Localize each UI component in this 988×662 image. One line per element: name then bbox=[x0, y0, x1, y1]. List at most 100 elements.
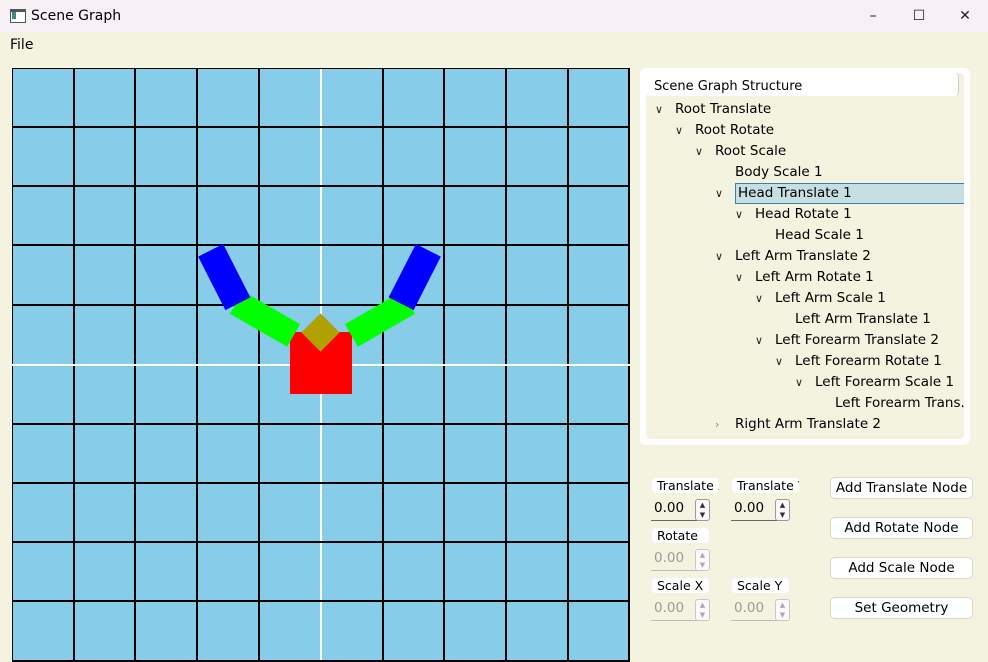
tree-item-label: Left Arm Rotate 1 bbox=[755, 269, 874, 285]
tree-header[interactable]: Scene Graph Structure bbox=[646, 73, 959, 96]
chevron-down-icon[interactable]: ∨ bbox=[715, 183, 735, 204]
spin-up-icon[interactable]: ▲ bbox=[696, 550, 709, 560]
chevron-down-icon[interactable]: ∨ bbox=[735, 267, 755, 288]
translate-x-spinbox[interactable]: 0.00 ▲ ▼ bbox=[651, 499, 711, 521]
scale-x-value: 0.00 bbox=[654, 600, 685, 616]
chevron-down-icon[interactable]: ∨ bbox=[675, 120, 695, 141]
tree-item[interactable]: ∨ Root Translate bbox=[655, 99, 771, 120]
chevron-down-icon[interactable]: ∨ bbox=[755, 330, 775, 351]
chevron-down-icon[interactable]: ∨ bbox=[695, 141, 715, 162]
rotate-arrows[interactable]: ▲ ▼ bbox=[695, 549, 710, 571]
menu-bar: File bbox=[0, 32, 988, 60]
app-icon bbox=[10, 9, 26, 23]
scale-y-arrows[interactable]: ▲ ▼ bbox=[775, 599, 790, 621]
tree-item[interactable]: ∨ Root Rotate bbox=[675, 120, 774, 141]
tree-item[interactable]: ∨ Left Arm Translate 2 bbox=[715, 246, 871, 267]
shapes bbox=[198, 243, 441, 394]
tree-item-label: Left Forearm Trans... bbox=[835, 395, 964, 411]
scale-y-label: Scale Y bbox=[732, 578, 789, 593]
set-geometry-button[interactable]: Set Geometry bbox=[830, 597, 973, 619]
close-button[interactable]: ✕ bbox=[942, 0, 988, 32]
title-bar: Scene Graph – ☐ ✕ bbox=[0, 0, 988, 32]
tree-item-label: Body Scale 1 bbox=[735, 164, 823, 180]
translate-y-label: Translate Y bbox=[732, 478, 799, 493]
tree-item[interactable]: ∨ Left Arm Rotate 1 bbox=[735, 267, 874, 288]
tree-item-label: Right Arm Translate 2 bbox=[735, 416, 882, 432]
chevron-down-icon[interactable]: ∨ bbox=[715, 246, 735, 267]
tree-item-label: Root Translate bbox=[675, 101, 772, 117]
spin-up-icon[interactable]: ▲ bbox=[776, 600, 789, 610]
chevron-down-icon[interactable]: ∨ bbox=[655, 99, 675, 120]
right-forearm bbox=[388, 243, 441, 311]
scale-x-arrows[interactable]: ▲ ▼ bbox=[695, 599, 710, 621]
spin-down-icon[interactable]: ▼ bbox=[696, 560, 709, 570]
tree-item-label: Head Scale 1 bbox=[775, 227, 864, 243]
scene-graph-tree: Scene Graph Structure ∨ Root Translate ∨ Ro… bbox=[640, 68, 970, 445]
tree-item[interactable]: ∨ Left Forearm Translate 2 bbox=[755, 330, 939, 351]
tree-item[interactable]: ∨ Left Forearm Rotate 1 bbox=[775, 351, 942, 372]
menu-file[interactable]: File bbox=[10, 37, 33, 53]
tree-item-label: Head Rotate 1 bbox=[755, 206, 852, 222]
spin-down-icon[interactable]: ▼ bbox=[696, 610, 709, 620]
add-scale-node-button[interactable]: Add Scale Node bbox=[830, 557, 973, 579]
spin-up-icon[interactable]: ▲ bbox=[696, 600, 709, 610]
rotate-value: 0.00 bbox=[654, 550, 685, 566]
tree-item[interactable]: Left Forearm Trans... bbox=[815, 393, 964, 414]
spin-down-icon[interactable]: ▼ bbox=[776, 510, 789, 520]
maximize-button[interactable]: ☐ bbox=[896, 0, 942, 32]
scale-y-value: 0.00 bbox=[734, 600, 765, 616]
tree-item-label: Left Forearm Translate 2 bbox=[775, 332, 939, 348]
spin-underline bbox=[651, 620, 697, 621]
tree-item[interactable]: ∨ Head Rotate 1 bbox=[735, 204, 852, 225]
scene-drawing bbox=[12, 68, 630, 662]
spin-underline bbox=[731, 620, 777, 621]
window-title: Scene Graph bbox=[31, 8, 122, 24]
tree-item[interactable]: Left Arm Translate 1 bbox=[775, 309, 931, 330]
tree-item[interactable]: ∨ Left Forearm Scale 1 bbox=[795, 372, 954, 393]
scale-x-spinbox[interactable]: 0.00 ▲ ▼ bbox=[651, 599, 711, 621]
tree-item[interactable]: › Right Arm Translate 2 bbox=[715, 414, 881, 435]
left-forearm bbox=[198, 243, 251, 311]
rotate-spinbox[interactable]: 0.00 ▲ ▼ bbox=[651, 549, 711, 571]
translate-x-value: 0.00 bbox=[654, 500, 685, 516]
chevron-right-icon[interactable]: › bbox=[715, 414, 735, 435]
tree-item[interactable]: ∨ Left Arm Scale 1 bbox=[755, 288, 886, 309]
minimize-button[interactable]: – bbox=[850, 0, 896, 32]
chevron-down-icon[interactable]: ∨ bbox=[775, 351, 795, 372]
rotate-label: Rotate bbox=[652, 528, 709, 543]
add-rotate-node-button[interactable]: Add Rotate Node bbox=[830, 517, 973, 539]
tree-item-label: Left Arm Scale 1 bbox=[775, 290, 886, 306]
chevron-down-icon[interactable]: ∨ bbox=[755, 288, 775, 309]
tree-item-label: Left Forearm Scale 1 bbox=[815, 374, 955, 390]
spin-down-icon[interactable]: ▼ bbox=[696, 510, 709, 520]
scale-y-spinbox[interactable]: 0.00 ▲ ▼ bbox=[731, 599, 791, 621]
spin-up-icon[interactable]: ▲ bbox=[776, 500, 789, 510]
tree-view[interactable]: Scene Graph Structure ∨ Root Translate ∨ Ro… bbox=[646, 73, 964, 439]
tree-item-label: Left Arm Translate 2 bbox=[735, 248, 871, 264]
tree-item-label: Left Forearm Rotate 1 bbox=[795, 353, 942, 369]
tree-item[interactable]: ∨ Head Translate 1 bbox=[715, 183, 964, 204]
tree-item-label: Head Translate 1 bbox=[735, 183, 964, 204]
add-translate-node-button[interactable]: Add Translate Node bbox=[830, 477, 973, 499]
spin-underline bbox=[651, 570, 697, 571]
tree-item-label: Root Rotate bbox=[695, 122, 775, 138]
translate-x-arrows[interactable]: ▲ ▼ bbox=[695, 499, 710, 521]
spin-underline bbox=[731, 520, 777, 521]
spin-up-icon[interactable]: ▲ bbox=[696, 500, 709, 510]
tree-item[interactable]: Body Scale 1 bbox=[715, 162, 823, 183]
tree-header-label: Scene Graph Structure bbox=[654, 79, 803, 94]
tree-item-label: Left Arm Translate 1 bbox=[795, 311, 931, 327]
spin-down-icon[interactable]: ▼ bbox=[776, 610, 789, 620]
chevron-down-icon[interactable]: ∨ bbox=[795, 372, 815, 393]
translate-y-spinbox[interactable]: 0.00 ▲ ▼ bbox=[731, 499, 791, 521]
tree-item-label: Root Scale bbox=[715, 143, 787, 159]
tree-item[interactable]: Head Scale 1 bbox=[755, 225, 864, 246]
spin-underline bbox=[651, 520, 697, 521]
tree-item[interactable]: ∨ Root Scale bbox=[695, 141, 786, 162]
scale-x-label: Scale X bbox=[652, 578, 709, 593]
scene-canvas[interactable] bbox=[12, 68, 630, 662]
translate-y-arrows[interactable]: ▲ ▼ bbox=[775, 499, 790, 521]
chevron-down-icon[interactable]: ∨ bbox=[735, 204, 755, 225]
translate-x-label: Translate X bbox=[652, 478, 719, 493]
translate-y-value: 0.00 bbox=[734, 500, 765, 516]
